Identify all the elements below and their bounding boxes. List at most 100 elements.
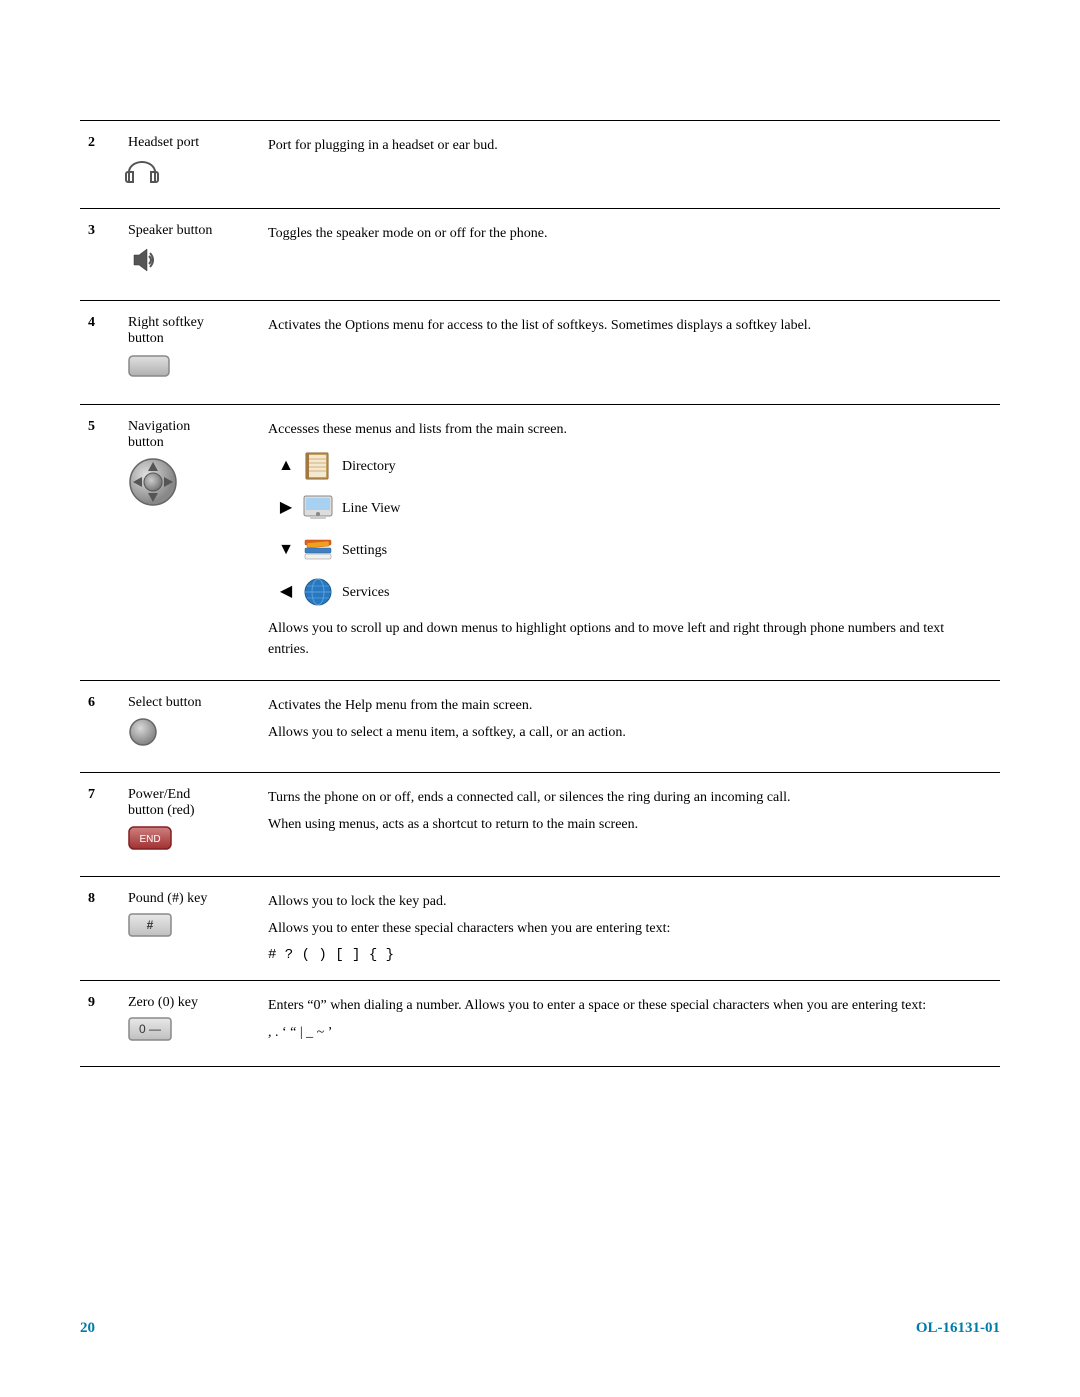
row-desc: Accesses these menus and lists from the … xyxy=(256,405,1000,681)
row-number: 9 xyxy=(80,981,116,1067)
power-button-icon: END xyxy=(128,825,172,851)
row-name: Zero (0) key 0 — xyxy=(116,981,256,1067)
phone-icon xyxy=(302,492,334,524)
table-row: 9 Zero (0) key 0 — xyxy=(80,981,1000,1067)
row-name: Right softkey button xyxy=(116,301,256,405)
page: 2 Headset port Port for plugging in a he… xyxy=(0,0,1080,1397)
row-number: 4 xyxy=(80,301,116,405)
feature-name: Select button xyxy=(128,695,202,710)
row-num-text: 4 xyxy=(88,315,95,330)
book-icon xyxy=(302,450,334,482)
select-button-icon xyxy=(128,717,158,747)
table-row: 2 Headset port Port for plugging in a he… xyxy=(80,121,1000,209)
table-row: 7 Power/End button (red) END xyxy=(80,773,1000,877)
row-name: Navigation button xyxy=(116,405,256,681)
page-number: 20 xyxy=(80,1320,95,1337)
row-num-text: 7 xyxy=(88,787,95,802)
table-row: 6 Select button xyxy=(80,681,1000,773)
row-desc: Turns the phone on or off, ends a connec… xyxy=(256,773,1000,877)
desc-text-2: Allows you to enter these special charac… xyxy=(268,918,988,939)
icon-container: END xyxy=(128,819,244,862)
right-arrow-icon: ▶ xyxy=(278,496,294,520)
row-name: Power/End button (red) END xyxy=(116,773,256,877)
zero-key-icon: 0 — xyxy=(128,1017,172,1041)
desc-text-1: Turns the phone on or off, ends a connec… xyxy=(268,787,988,808)
feature-name: Zero (0) key xyxy=(128,995,198,1010)
row-name: Select button xyxy=(116,681,256,773)
nav-item-directory: ▲ Directory xyxy=(278,450,988,482)
row-desc: Activates the Help menu from the main sc… xyxy=(256,681,1000,773)
directory-label: Directory xyxy=(342,456,396,477)
page-footer: 20 OL-16131-01 xyxy=(80,1320,1000,1337)
desc-text-2: Allows you to select a menu item, a soft… xyxy=(268,722,988,743)
row-num-text: 8 xyxy=(88,891,95,906)
services-label: Services xyxy=(342,582,389,603)
table-row: 5 Navigation button xyxy=(80,405,1000,681)
nav-item-services: ◀ Services xyxy=(278,576,988,608)
headset-icon xyxy=(128,161,156,183)
row-desc: Port for plugging in a headset or ear bu… xyxy=(256,121,1000,209)
row-num-text: 5 xyxy=(88,419,95,434)
feature-name2: button (red) xyxy=(128,803,194,818)
row-number: 3 xyxy=(80,209,116,301)
feature-name2: button xyxy=(128,331,164,346)
desc-text: Toggles the speaker mode on or off for t… xyxy=(268,226,547,241)
icon-container: # xyxy=(128,907,244,948)
svg-text:0 —: 0 — xyxy=(139,1022,161,1036)
desc-before: Accesses these menus and lists from the … xyxy=(268,419,988,440)
pound-key-icon: # xyxy=(128,913,172,937)
row-desc: Toggles the speaker mode on or off for t… xyxy=(256,209,1000,301)
row-num-text: 2 xyxy=(88,135,95,150)
settings-label: Settings xyxy=(342,540,387,561)
desc-text: Port for plugging in a headset or ear bu… xyxy=(268,138,498,153)
up-arrow-icon: ▲ xyxy=(278,454,294,478)
desc-after: Allows you to scroll up and down menus t… xyxy=(268,618,988,660)
desc-text: Activates the Options menu for access to… xyxy=(268,318,811,333)
row-number: 6 xyxy=(80,681,116,773)
settings-icon xyxy=(302,534,334,566)
table-row: 3 Speaker button Toggles the speaker mod… xyxy=(80,209,1000,301)
feature-name: Right softkey xyxy=(128,315,204,330)
row-number: 5 xyxy=(80,405,116,681)
row-num-text: 3 xyxy=(88,223,95,238)
feature-name: Navigation xyxy=(128,419,190,434)
table-row: 4 Right softkey button xyxy=(80,301,1000,405)
down-arrow-icon: ▼ xyxy=(278,538,294,562)
special-chars-text: , . ‘ “ | _ ~ ’ xyxy=(268,1022,988,1043)
speaker-icon xyxy=(128,245,158,275)
globe-icon xyxy=(302,576,334,608)
icon-container xyxy=(128,347,244,390)
feature-name: Pound (#) key xyxy=(128,891,207,906)
desc-text-1: Allows you to lock the key pad. xyxy=(268,891,988,912)
table-row: 8 Pound (#) key # xyxy=(80,877,1000,981)
lineview-label: Line View xyxy=(342,498,400,519)
icon-container xyxy=(128,151,244,194)
row-desc: Allows you to lock the key pad. Allows y… xyxy=(256,877,1000,981)
row-number: 8 xyxy=(80,877,116,981)
row-name: Speaker button xyxy=(116,209,256,301)
desc-text-1: Enters “0” when dialing a number. Allows… xyxy=(268,995,988,1016)
nav-item-lineview: ▶ Line View xyxy=(278,492,988,524)
icon-container xyxy=(128,711,244,758)
special-chars-text: # ? ( ) [ ] { } xyxy=(268,945,988,966)
doc-number: OL-16131-01 xyxy=(916,1320,1000,1337)
icon-container: 0 — xyxy=(128,1011,244,1052)
nav-item-settings: ▼ Settings xyxy=(278,534,988,566)
row-number: 7 xyxy=(80,773,116,877)
row-name: Pound (#) key # xyxy=(116,877,256,981)
desc-text-2: When using menus, acts as a shortcut to … xyxy=(268,814,988,835)
row-name: Headset port xyxy=(116,121,256,209)
reference-table: 2 Headset port Port for plugging in a he… xyxy=(80,120,1000,1067)
svg-text:#: # xyxy=(147,918,154,932)
nav-button-icon xyxy=(128,457,178,507)
softkey-icon xyxy=(128,353,170,379)
feature-name: Power/End xyxy=(128,787,190,802)
row-num-text: 6 xyxy=(88,695,95,710)
row-number: 2 xyxy=(80,121,116,209)
row-desc: Activates the Options menu for access to… xyxy=(256,301,1000,405)
row-num-text: 9 xyxy=(88,995,95,1010)
left-arrow-icon: ◀ xyxy=(278,580,294,604)
nav-items-list: ▲ Directory xyxy=(278,450,988,608)
feature-name2: button xyxy=(128,435,164,450)
feature-name: Headset port xyxy=(128,135,199,150)
